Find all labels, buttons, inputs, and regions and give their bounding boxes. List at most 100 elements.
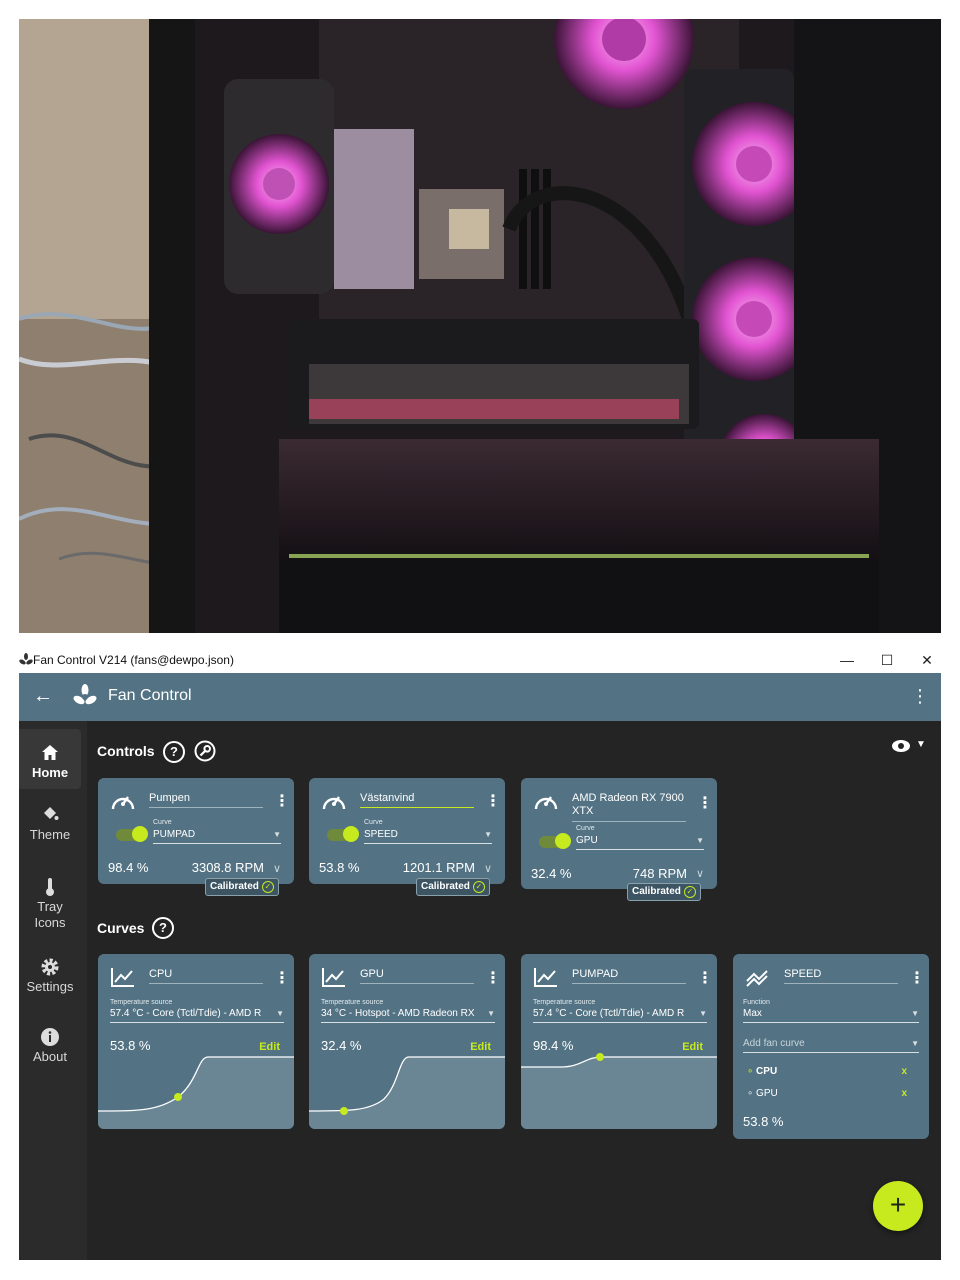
curve-menu-icon[interactable]: ⋮ bbox=[697, 971, 713, 987]
curve-card-pumpad[interactable]: PUMPAD ⋮ Temperature source 57.4 °C - Co… bbox=[521, 954, 717, 1129]
mix-item: ∘ GPU bbox=[747, 1088, 778, 1099]
app-title: Fan Control bbox=[108, 687, 192, 704]
chevron-down-icon: ▼ bbox=[911, 1009, 919, 1018]
close-button[interactable]: ✕ bbox=[907, 647, 941, 673]
curve-menu-icon[interactable]: ⋮ bbox=[485, 971, 501, 987]
window-title: Fan Control V214 (fans@dewpo.json) bbox=[33, 653, 234, 667]
add-fan-curve-placeholder: Add fan curve bbox=[743, 1038, 805, 1049]
chevron-down-icon: ▼ bbox=[484, 830, 492, 839]
badge-label: Calibrated bbox=[632, 886, 681, 897]
control-rpm: 3308.8 RPM bbox=[191, 860, 264, 875]
calibrated-badge: Calibrated ✓ bbox=[416, 878, 490, 896]
add-fan-curve-select[interactable]: Add fan curve ▼ bbox=[743, 1038, 919, 1053]
sidebar-item-home[interactable]: Home bbox=[19, 729, 81, 789]
curve-select[interactable]: GPU ▼ bbox=[576, 835, 704, 850]
curve-label: Curve bbox=[153, 819, 172, 826]
sidebar-item-settings[interactable]: Settings bbox=[19, 957, 81, 1007]
paint-bucket-icon bbox=[44, 807, 59, 820]
curve-label: Curve bbox=[364, 819, 383, 826]
control-enable-toggle[interactable] bbox=[539, 833, 571, 849]
badge-label: Calibrated bbox=[210, 881, 259, 892]
curve-name: GPU bbox=[360, 968, 474, 984]
control-card-gpu[interactable]: AMD Radeon RX 7900 XTX ⋮ Curve GPU ▼ 32.4… bbox=[521, 778, 717, 889]
control-menu-icon[interactable]: ⋮ bbox=[697, 796, 713, 812]
app-bar: ← Fan Control ⋮ bbox=[19, 673, 941, 721]
control-name[interactable]: Västanvind bbox=[360, 792, 474, 808]
control-percent: 53.8 % bbox=[319, 860, 360, 875]
expand-chevron-icon[interactable]: ∨ bbox=[273, 862, 281, 875]
temperature-source-value: 34 °C - Hotspot - AMD Radeon RX bbox=[321, 1008, 475, 1019]
temperature-source-select[interactable]: 57.4 °C - Core (Tctl/Tdie) - AMD R ▼ bbox=[533, 1008, 707, 1023]
curve-select[interactable]: SPEED ▼ bbox=[364, 829, 492, 844]
function-label: Function bbox=[743, 999, 770, 1006]
temperature-source-select[interactable]: 34 °C - Hotspot - AMD Radeon RX ▼ bbox=[321, 1008, 495, 1023]
curve-name: SPEED bbox=[784, 968, 898, 984]
line-chart-icon bbox=[111, 968, 134, 987]
control-enable-toggle[interactable] bbox=[116, 826, 148, 842]
control-enable-toggle[interactable] bbox=[327, 826, 359, 842]
curve-graph bbox=[309, 1056, 505, 1129]
pc-interior-photo bbox=[19, 19, 941, 633]
wrench-icon[interactable] bbox=[194, 740, 216, 762]
app-menu-icon[interactable]: ⋮ bbox=[911, 685, 929, 707]
curve-menu-icon[interactable]: ⋮ bbox=[909, 971, 925, 987]
control-card-vastanvind[interactable]: Västanvind ⋮ Curve SPEED ▼ 53.8 % 1201.1 … bbox=[309, 778, 505, 884]
chevron-down-icon: ▼ bbox=[487, 1009, 495, 1018]
maximize-button[interactable]: ☐ bbox=[867, 647, 907, 673]
expand-chevron-icon[interactable]: ∨ bbox=[696, 867, 704, 880]
curve-card-cpu[interactable]: CPU ⋮ Temperature source 57.4 °C - Core … bbox=[98, 954, 294, 1129]
thermometer-icon bbox=[46, 878, 54, 896]
curve-card-gpu[interactable]: GPU ⋮ Temperature source 34 °C - Hotspot… bbox=[309, 954, 505, 1129]
mix-curve-card-speed[interactable]: SPEED ⋮ Function Max ▼ Add fan curve ▼ ∘ C… bbox=[733, 954, 929, 1139]
curve-graph bbox=[521, 1053, 717, 1129]
sidebar-item-tray-icons[interactable]: Tray Icons bbox=[19, 877, 81, 941]
remove-mix-item-button[interactable]: x bbox=[901, 1088, 907, 1099]
temperature-source-select[interactable]: 57.4 °C - Core (Tctl/Tdie) - AMD R ▼ bbox=[110, 1008, 284, 1023]
function-select[interactable]: Max ▼ bbox=[743, 1008, 919, 1023]
control-percent: 98.4 % bbox=[108, 860, 149, 875]
pc-photo-drawing bbox=[19, 19, 941, 633]
chevron-down-icon: ▼ bbox=[273, 830, 281, 839]
title-bar: Fan Control V214 (fans@dewpo.json) — ☐ ✕ bbox=[19, 647, 941, 673]
control-card-pumpen[interactable]: Pumpen ⋮ Curve PUMPAD ▼ 98.4 % 3308.8 RPM… bbox=[98, 778, 294, 884]
temperature-source-label: Temperature source bbox=[110, 999, 173, 1006]
curve-current-point bbox=[340, 1107, 348, 1115]
minimize-button[interactable]: — bbox=[827, 647, 867, 673]
curve-select[interactable]: PUMPAD ▼ bbox=[153, 829, 281, 844]
eye-icon[interactable] bbox=[891, 739, 911, 753]
function-value: Max bbox=[743, 1008, 762, 1019]
back-arrow-icon[interactable]: ← bbox=[33, 685, 53, 707]
visibility-dropdown-caret-icon[interactable]: ▼ bbox=[916, 739, 926, 750]
curve-graph bbox=[98, 1056, 294, 1129]
remove-mix-item-button[interactable]: x bbox=[901, 1066, 907, 1077]
curve-value: SPEED bbox=[364, 829, 398, 840]
control-name: AMD Radeon RX 7900 XTX bbox=[572, 792, 686, 822]
line-chart-icon bbox=[322, 968, 345, 987]
info-icon bbox=[41, 1028, 59, 1046]
curve-menu-icon[interactable]: ⋮ bbox=[274, 971, 290, 987]
mix-item-label: CPU bbox=[756, 1066, 778, 1077]
curve-value: GPU bbox=[576, 835, 598, 846]
chevron-down-icon: ▼ bbox=[699, 1009, 707, 1018]
control-menu-icon[interactable]: ⋮ bbox=[485, 794, 501, 810]
curve-value: PUMPAD bbox=[153, 829, 196, 840]
control-menu-icon[interactable]: ⋮ bbox=[274, 794, 290, 810]
calibrated-badge: Calibrated ✓ bbox=[205, 878, 279, 896]
sidebar-item-theme[interactable]: Theme bbox=[19, 805, 81, 855]
speedometer-icon bbox=[534, 796, 558, 810]
add-button[interactable]: + bbox=[873, 1181, 923, 1231]
fan-control-window: Fan Control V214 (fans@dewpo.json) — ☐ ✕… bbox=[19, 647, 941, 1260]
chevron-down-icon: ▼ bbox=[911, 1039, 919, 1048]
sidebar-item-about[interactable]: About bbox=[19, 1027, 81, 1077]
expand-chevron-icon[interactable]: ∨ bbox=[484, 862, 492, 875]
main-content: Controls ? ▼ Pumpen ⋮ Curve PUMPAD ▼ 98.4… bbox=[87, 721, 941, 1260]
curve-current-point bbox=[174, 1093, 182, 1101]
gear-icon bbox=[41, 958, 59, 976]
curves-help-icon[interactable]: ? bbox=[152, 917, 174, 939]
bullet-icon: ∘ bbox=[747, 1066, 754, 1077]
curve-label: Curve bbox=[576, 825, 595, 832]
speedometer-icon bbox=[322, 796, 346, 810]
controls-help-icon[interactable]: ? bbox=[163, 741, 185, 763]
temperature-source-value: 57.4 °C - Core (Tctl/Tdie) - AMD R bbox=[110, 1008, 262, 1019]
curve-current-point bbox=[596, 1053, 604, 1061]
